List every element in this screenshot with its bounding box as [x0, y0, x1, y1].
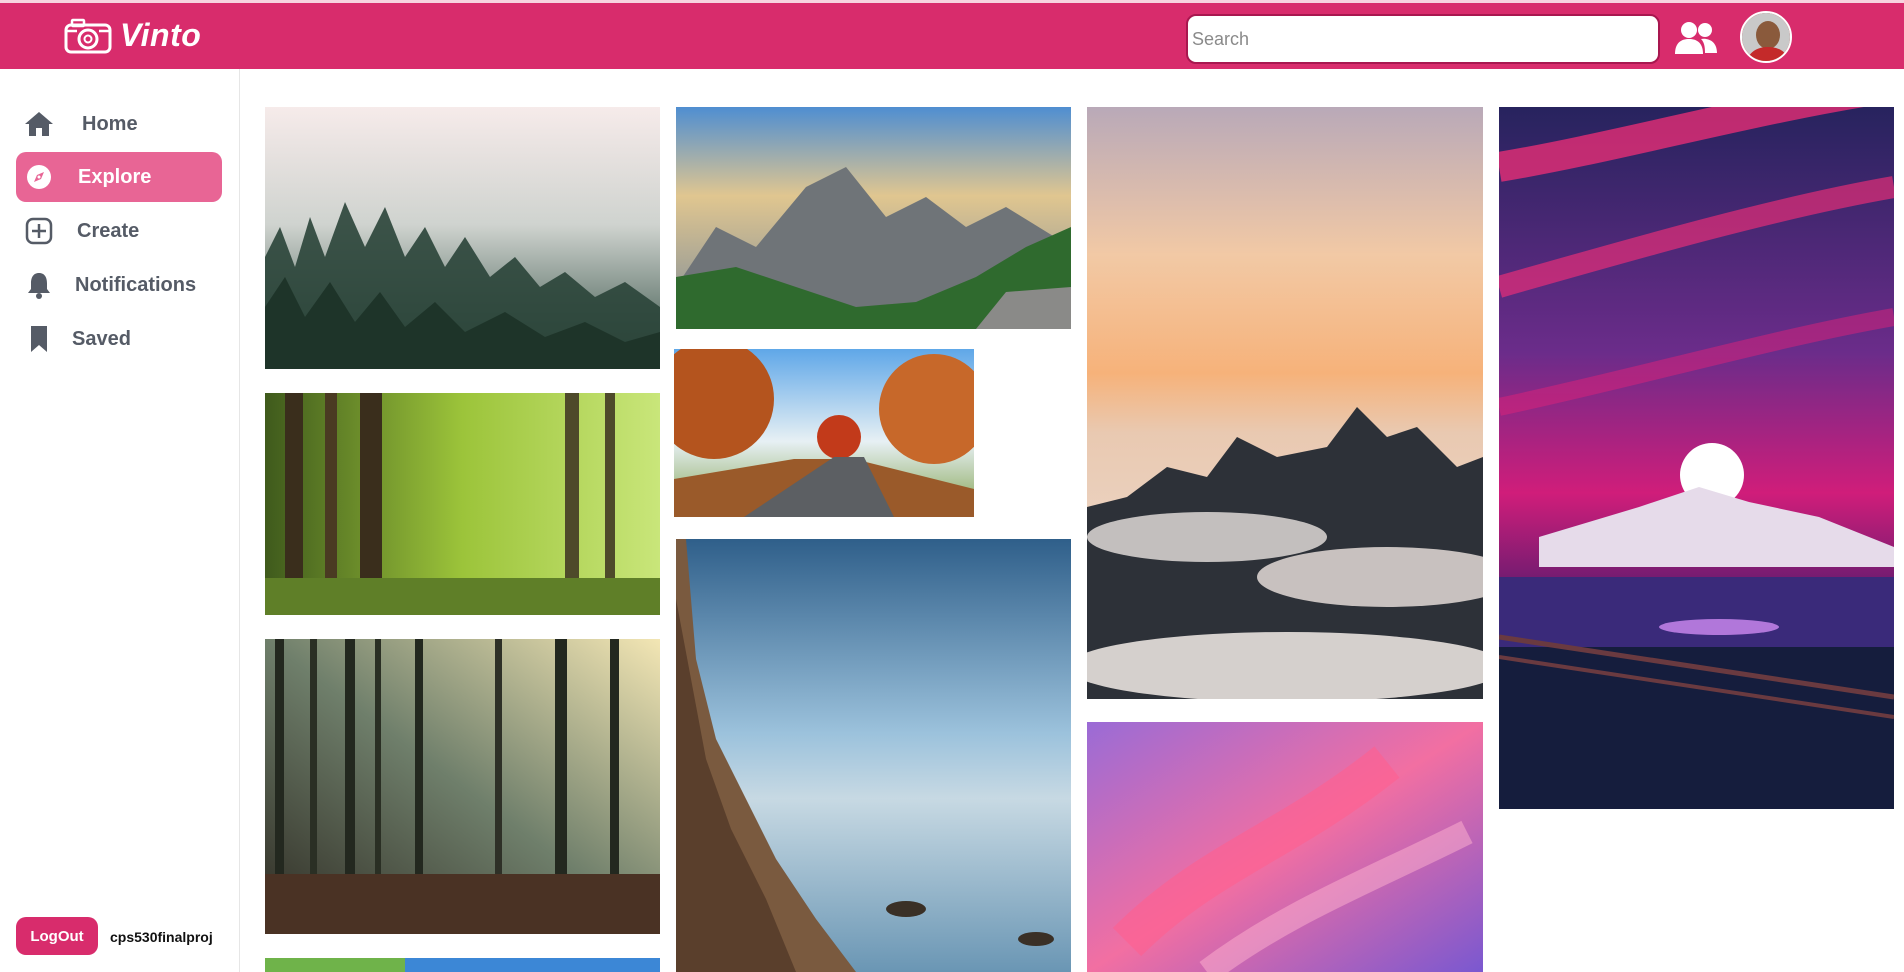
bookmark-icon: [31, 326, 47, 352]
sidebar-item-create[interactable]: Create: [16, 206, 222, 256]
sidebar-item-label: Saved: [72, 327, 131, 350]
sidebar-item-label: Explore: [78, 165, 152, 188]
feed-photo[interactable]: [676, 107, 1071, 329]
avatar[interactable]: [1740, 11, 1792, 63]
users-icon[interactable]: [1674, 20, 1718, 56]
sidebar-item-label: Create: [77, 219, 140, 242]
compass-icon: [27, 165, 51, 189]
logout-button[interactable]: LogOut: [16, 917, 98, 955]
username: cps530finalproj: [110, 929, 213, 945]
sidebar-item-home[interactable]: Home: [16, 99, 222, 149]
sidebar-item-label: Notifications: [75, 273, 197, 296]
app-name: Vinto: [120, 17, 202, 53]
feed-photo[interactable]: [265, 958, 660, 972]
feed-photo[interactable]: [265, 107, 660, 369]
feed-photo[interactable]: [1087, 107, 1483, 699]
sidebar-item-explore[interactable]: Explore: [16, 152, 222, 202]
search-input[interactable]: [1186, 14, 1660, 64]
brand-logo[interactable]: Vinto: [64, 17, 201, 54]
feed-photo[interactable]: [265, 639, 660, 934]
sidebar-item-notifications[interactable]: Notifications: [16, 260, 222, 310]
camera-icon: [64, 18, 112, 53]
sidebar: Home Explore Create Notifications Saved: [0, 69, 240, 972]
feed-photo[interactable]: [676, 539, 1071, 972]
sidebar-item-label: Home: [82, 112, 138, 135]
feed-photo[interactable]: [1499, 107, 1894, 809]
home-icon: [25, 112, 53, 136]
feed-photo[interactable]: [265, 393, 660, 615]
bell-icon: [28, 273, 50, 299]
feed-photo[interactable]: [1087, 722, 1483, 972]
plus-square-icon: [25, 217, 53, 245]
feed-photo[interactable]: [674, 349, 974, 517]
top-bar: Vinto: [0, 0, 1904, 69]
sidebar-item-saved[interactable]: Saved: [16, 314, 222, 364]
